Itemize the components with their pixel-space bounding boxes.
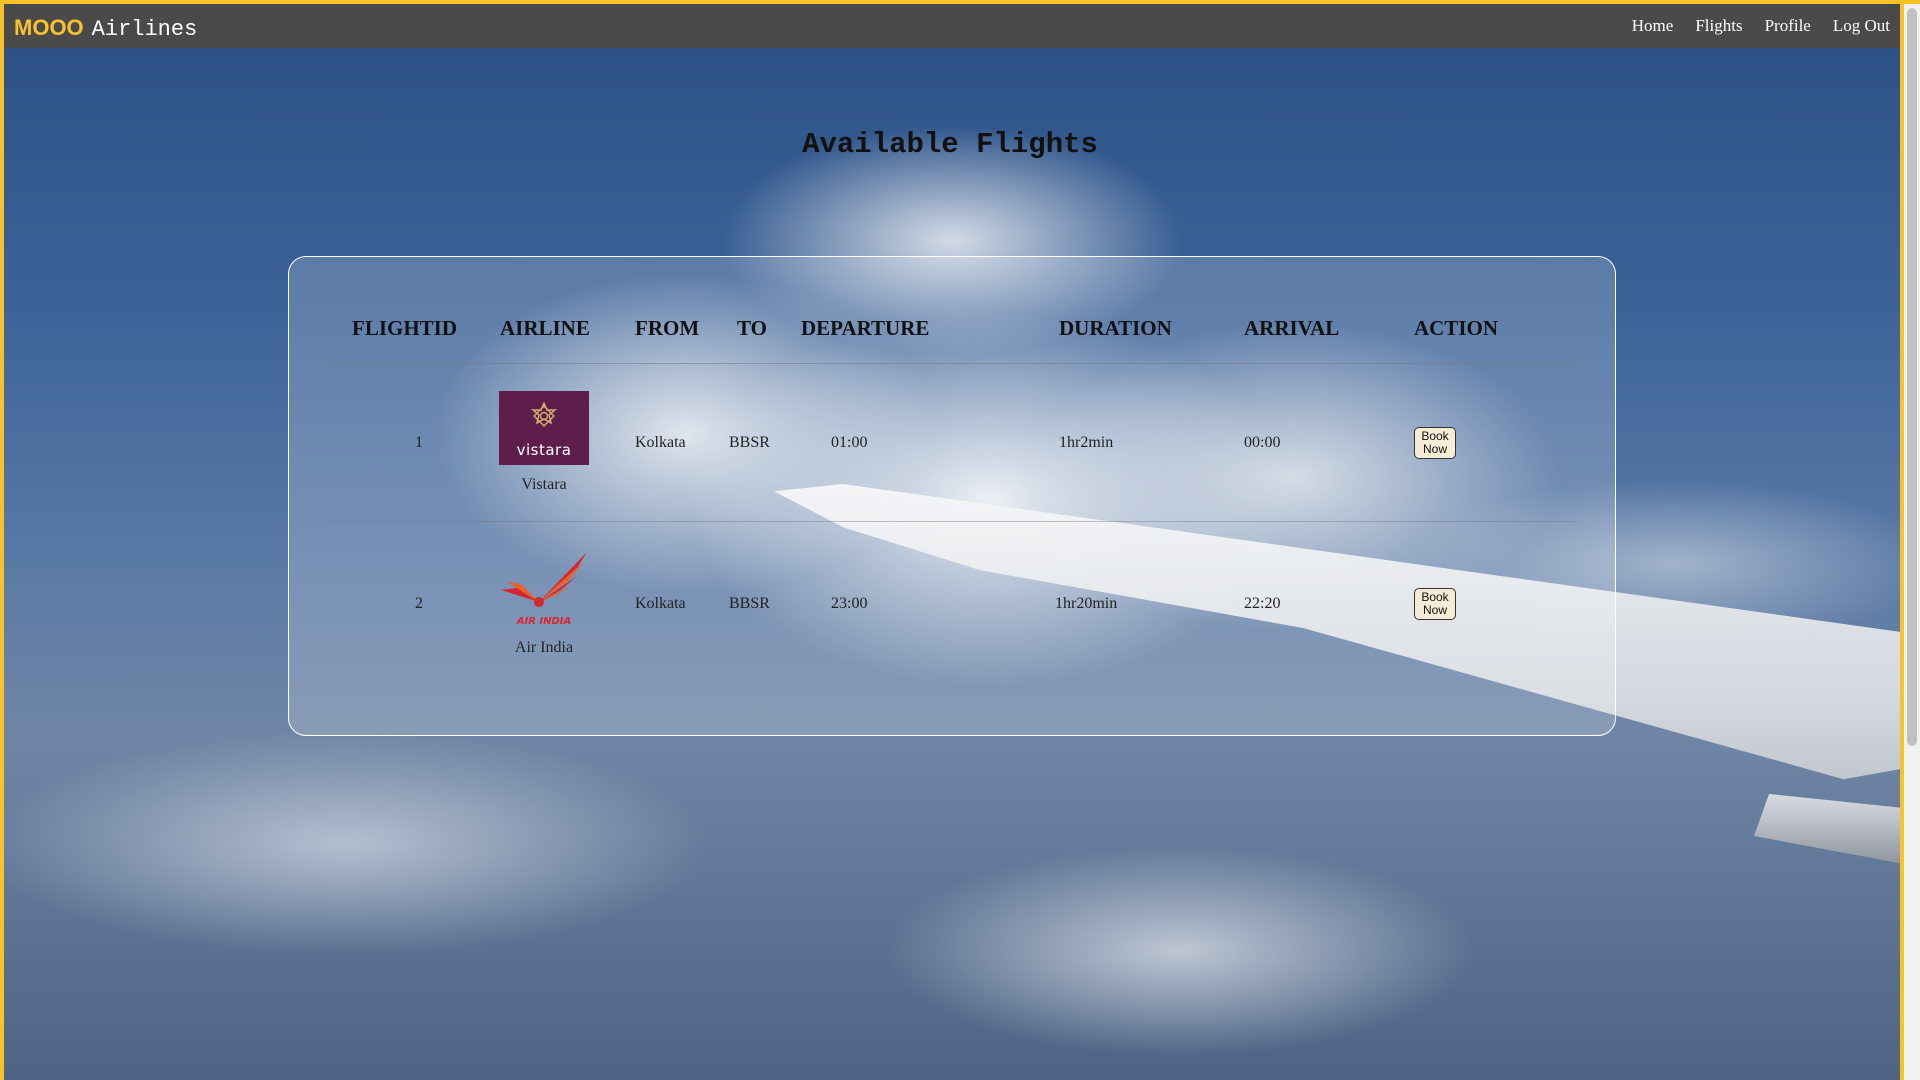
- cell-arrival: 00:00: [1217, 363, 1381, 522]
- vistara-logo-icon: vistara: [499, 391, 589, 465]
- header-duration: DURATION: [1022, 293, 1217, 364]
- cell-to: BBSR: [729, 363, 801, 522]
- vistara-emblem-icon: [531, 402, 557, 427]
- cell-airline: AIR INDIA Air India: [470, 522, 618, 686]
- nav-links: Home Flights Profile Log Out: [1632, 16, 1890, 36]
- page-title: Available Flights: [802, 128, 1098, 161]
- table-row: 2 AIR INDIA Air India Kolkata BBSR 23:00…: [327, 522, 1577, 686]
- scrollbar-thumb[interactable]: [1907, 8, 1917, 746]
- cell-duration: 1hr2min: [1022, 363, 1217, 522]
- book-now-button[interactable]: Book Now: [1414, 426, 1456, 459]
- nav-link-logout[interactable]: Log Out: [1833, 16, 1890, 36]
- airline-name: Air India: [514, 639, 574, 656]
- nav-link-profile[interactable]: Profile: [1765, 16, 1811, 36]
- nav-link-flights[interactable]: Flights: [1695, 16, 1742, 36]
- brand-name-rest: Airlines: [91, 17, 198, 42]
- cell-action: Book Now: [1381, 363, 1577, 522]
- top-navbar: MOOO Airlines Home Flights Profile Log Ou…: [4, 4, 1900, 48]
- cell-action: Book Now: [1381, 522, 1577, 686]
- nav-link-home[interactable]: Home: [1632, 16, 1674, 36]
- air-india-wordmark: AIR INDIA: [516, 616, 572, 627]
- airplane-winglet-image: [1754, 794, 1900, 864]
- table-row: 1 vistara Vistara Kolkata BBSR 01:00 1hr…: [327, 363, 1577, 522]
- vistara-wordmark: vistara: [516, 441, 572, 459]
- airline-name: Vistara: [521, 476, 567, 493]
- cell-departure: 23:00: [831, 594, 868, 612]
- header-arrival: ARRIVAL: [1217, 293, 1381, 364]
- header-airline: AIRLINE: [470, 293, 618, 364]
- cell-flight-id: 1: [327, 363, 470, 522]
- table-header-row: FLIGHTID AIRLINE FROM TO DEPARTURE DURAT…: [327, 293, 1577, 364]
- air-india-logo-icon: AIR INDIA: [499, 550, 589, 628]
- header-from: FROM: [618, 293, 729, 364]
- cell-from: Kolkata: [635, 594, 686, 612]
- cell-arrival: 22:20: [1244, 594, 1281, 612]
- brand-name-strong: MOOO: [14, 15, 84, 40]
- cell-from: Kolkata: [618, 363, 729, 522]
- flights-table-panel: FLIGHTID AIRLINE FROM TO DEPARTURE DURAT…: [288, 256, 1616, 736]
- book-now-button[interactable]: Book Now: [1414, 587, 1456, 620]
- brand-logo[interactable]: MOOO Airlines: [14, 15, 197, 42]
- cell-to: BBSR: [729, 594, 770, 612]
- page-scrollbar[interactable]: [1904, 4, 1920, 1080]
- header-flightid: FLIGHTID: [327, 293, 470, 364]
- flights-table: FLIGHTID AIRLINE FROM TO DEPARTURE DURAT…: [327, 293, 1577, 685]
- cell-airline: vistara Vistara: [470, 363, 618, 522]
- header-action: ACTION: [1381, 293, 1577, 364]
- air-india-emblem-icon: AIR INDIA: [501, 552, 587, 627]
- cell-duration: 1hr20min: [1055, 594, 1118, 612]
- header-departure: DEPARTURE: [801, 293, 1022, 364]
- header-to: TO: [729, 293, 801, 364]
- cell-flight-id: 2: [415, 594, 423, 612]
- cell-departure: 01:00: [801, 363, 1022, 522]
